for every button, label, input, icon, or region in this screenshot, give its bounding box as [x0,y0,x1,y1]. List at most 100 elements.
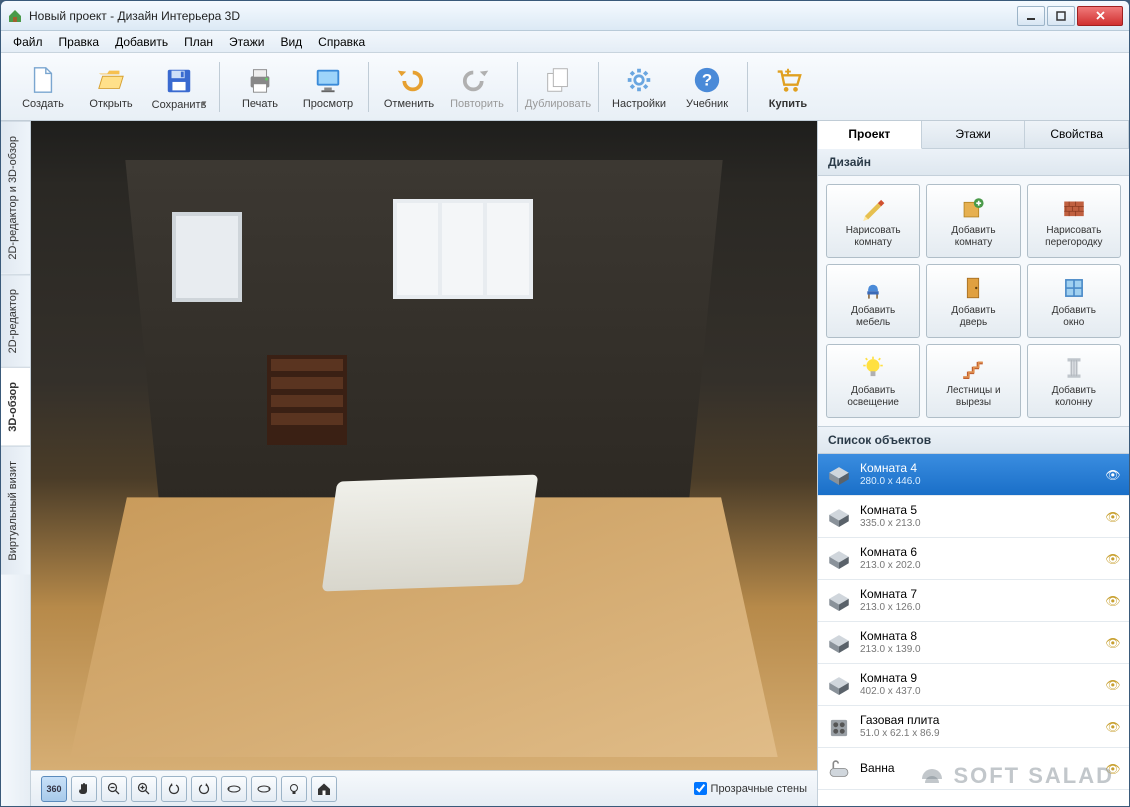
save-button[interactable]: Сохранить▼ [145,57,213,117]
menu-item-2[interactable]: Добавить [107,33,176,51]
vtab-2d[interactable]: 2D-редактор [1,274,30,367]
object-name: Комната 9 [860,671,1105,685]
viewtool-360[interactable]: 360 [41,776,67,802]
3d-scene[interactable] [31,121,817,770]
viewtool-home[interactable] [311,776,337,802]
maximize-button[interactable] [1047,6,1075,26]
menu-item-5[interactable]: Вид [272,33,310,51]
app-icon [7,8,23,24]
object-row[interactable]: Газовая плита51.0 x 62.1 x 86.9 👁 [818,706,1129,748]
visibility-icon[interactable]: 👁 [1105,636,1121,650]
toolbar-separator [598,62,599,112]
viewtool-orbit-r[interactable] [251,776,277,802]
buy-button[interactable]: Купить [754,57,822,117]
viewtool-zoomin[interactable] [131,776,157,802]
tutorial-button[interactable]: ? Учебник [673,57,741,117]
obj-room-icon [826,589,854,613]
object-name: Комната 5 [860,503,1105,517]
obj-room-icon [826,673,854,697]
obj-room-icon [826,463,854,487]
design-button-label: Добавитьколонну [1052,385,1096,409]
create-button[interactable]: Создать [9,57,77,117]
viewtool-zoomout[interactable] [101,776,127,802]
design-button-label: Нарисоватьперегородку [1045,225,1102,249]
vtab-vr[interactable]: Виртуальный визит [1,446,30,575]
settings-button[interactable]: Настройки [605,57,673,117]
object-row[interactable]: Ванна 👁 [818,748,1129,790]
obj-room-icon [826,631,854,655]
objects-list[interactable]: Комната 4280.0 x 446.0 👁 Комната 5335.0 … [818,454,1129,806]
menu-item-0[interactable]: Файл [5,33,51,51]
window-icon [1060,274,1088,302]
design-button-label: Добавитьмебель [851,305,895,329]
folder-open-icon [95,64,127,96]
design-add-room-button[interactable]: Добавитькомнату [926,184,1020,258]
design-add-light-button[interactable]: Добавитьосвещение [826,344,920,418]
design-buttons-grid: НарисоватькомнатуДобавитькомнату Нарисова… [818,176,1129,427]
objects-section-header: Список объектов [818,427,1129,454]
undo-button[interactable]: Отменить [375,57,443,117]
toolbar-label: Сохранить [152,99,207,111]
viewtool-pan[interactable] [71,776,97,802]
floppy-icon [163,65,195,97]
visibility-icon[interactable]: 👁 [1105,762,1121,776]
open-button[interactable]: Открыть [77,57,145,117]
menu-item-1[interactable]: Правка [51,33,108,51]
object-name: Ванна [860,761,1105,775]
minimize-button[interactable] [1017,6,1045,26]
toolbar-label: Просмотр [303,98,353,110]
viewtool-orbit-l[interactable] [221,776,247,802]
obj-room-icon [826,547,854,571]
object-row[interactable]: Комната 6213.0 x 202.0 👁 [818,538,1129,580]
viewtool-rot-l[interactable] [161,776,187,802]
object-row[interactable]: Комната 4280.0 x 446.0 👁 [818,454,1129,496]
titlebar[interactable]: Новый проект - Дизайн Интерьера 3D [1,1,1129,31]
object-row[interactable]: Комната 9402.0 x 437.0 👁 [818,664,1129,706]
rtab-project[interactable]: Проект [818,121,922,149]
view-tabs: 2D-редактор и 3D-обзор2D-редактор3D-обзо… [1,121,31,806]
visibility-icon[interactable]: 👁 [1105,720,1121,734]
svg-text:?: ? [702,70,712,89]
design-stairs-button[interactable]: Лестницы ивырезы [926,344,1020,418]
close-button[interactable] [1077,6,1123,26]
object-size: 213.0 x 126.0 [860,602,1105,614]
preview-button[interactable]: Просмотр [294,57,362,117]
vtab-2d3d[interactable]: 2D-редактор и 3D-обзор [1,121,30,274]
viewtool-light[interactable] [281,776,307,802]
obj-room-icon [826,505,854,529]
object-row[interactable]: Комната 8213.0 x 139.0 👁 [818,622,1129,664]
print-button[interactable]: Печать [226,57,294,117]
design-button-label: Добавитьосвещение [847,385,899,409]
toolbar-label: Учебник [686,98,728,110]
vtab-3d[interactable]: 3D-обзор [1,367,30,446]
menu-item-3[interactable]: План [176,33,221,51]
visibility-icon[interactable]: 👁 [1105,468,1121,482]
client-area: 2D-редактор и 3D-обзор2D-редактор3D-обзо… [1,121,1129,806]
right-panel: ПроектЭтажиСвойства Дизайн Нарисоватьком… [818,121,1129,806]
stairs-icon [959,354,987,382]
design-add-furniture-button[interactable]: Добавитьмебель [826,264,920,338]
obj-stove-icon [826,715,854,739]
design-add-door-button[interactable]: Добавитьдверь [926,264,1020,338]
design-add-column-button[interactable]: Добавитьколонну [1027,344,1121,418]
object-row[interactable]: Комната 5335.0 x 213.0 👁 [818,496,1129,538]
rtab-floors[interactable]: Этажи [922,121,1026,148]
visibility-icon[interactable]: 👁 [1105,510,1121,524]
visibility-icon[interactable]: 👁 [1105,678,1121,692]
visibility-icon[interactable]: 👁 [1105,552,1121,566]
design-draw-room-button[interactable]: Нарисоватькомнату [826,184,920,258]
viewtool-rot-r[interactable] [191,776,217,802]
transparent-walls-toggle[interactable]: Прозрачные стены [694,782,807,795]
rtab-properties[interactable]: Свойства [1025,121,1129,148]
menu-item-4[interactable]: Этажи [221,33,272,51]
transparent-walls-checkbox[interactable] [694,782,707,795]
main-window: Новый проект - Дизайн Интерьера 3D ФайлП… [0,0,1130,807]
door-icon [959,274,987,302]
duplicate-icon [542,64,574,96]
object-row[interactable]: Комната 7213.0 x 126.0 👁 [818,580,1129,622]
design-draw-wall-button[interactable]: Нарисоватьперегородку [1027,184,1121,258]
design-add-window-button[interactable]: Добавитьокно [1027,264,1121,338]
menu-item-6[interactable]: Справка [310,33,373,51]
visibility-icon[interactable]: 👁 [1105,594,1121,608]
toolbar: СоздатьОткрытьСохранить▼Печать Просмотр От… [1,53,1129,121]
